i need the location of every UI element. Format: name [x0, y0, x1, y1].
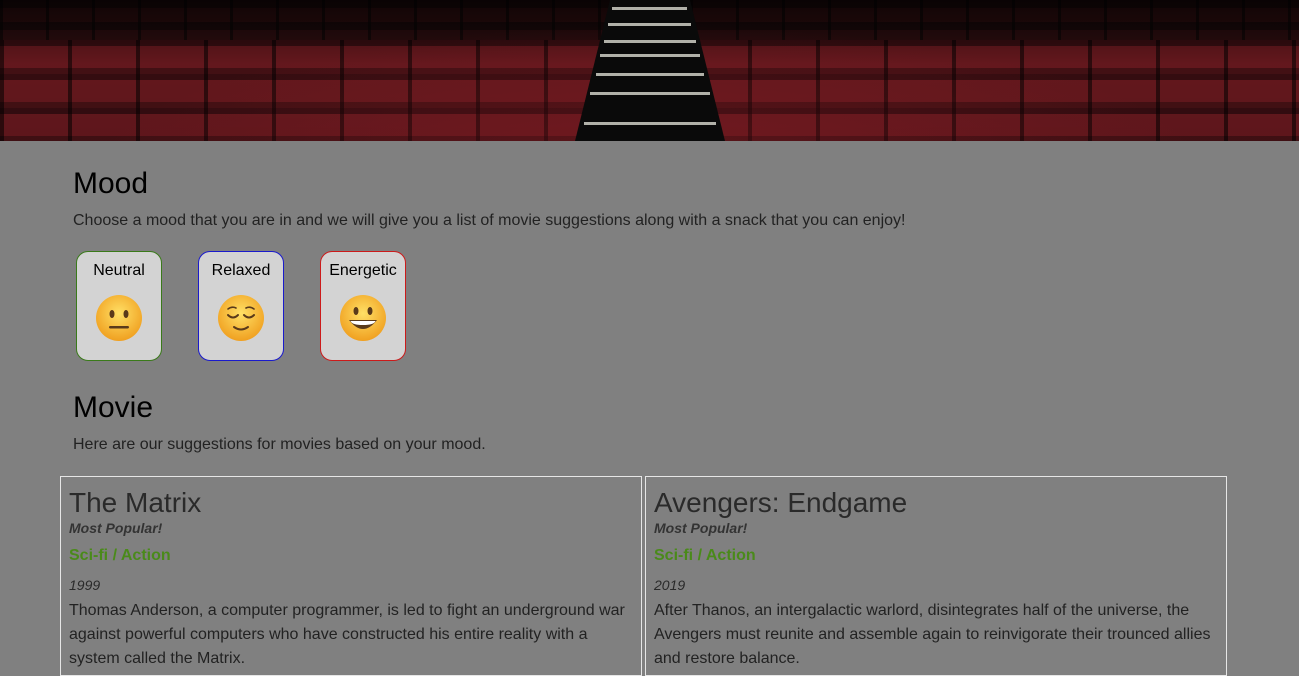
most-popular-badge: Most Popular! — [654, 520, 748, 536]
grinning-face-icon — [340, 295, 386, 341]
movie-description: Here are our suggestions for movies base… — [73, 436, 486, 453]
mood-option-label: Relaxed — [211, 262, 271, 279]
movie-year: 1999 — [69, 577, 101, 593]
mood-option-neutral[interactable]: Neutral — [76, 251, 162, 361]
relieved-face-icon — [218, 295, 264, 341]
neutral-face-icon — [96, 295, 142, 341]
movie-synopsis: Thomas Anderson, a computer programmer, … — [69, 602, 625, 667]
mood-option-label: Energetic — [329, 262, 397, 279]
movie-card[interactable]: The Matrix Most Popular! Sci-fi / Action… — [60, 476, 642, 676]
movie-heading: Movie — [73, 391, 154, 424]
movie-genre: Sci-fi / Action — [654, 547, 756, 564]
movie-synopsis: After Thanos, an intergalactic warlord, … — [654, 602, 1211, 667]
most-popular-badge: Most Popular! — [69, 520, 163, 536]
mood-option-label: Neutral — [93, 262, 145, 279]
mood-heading: Mood — [73, 167, 149, 200]
movie-year: 2019 — [654, 577, 686, 593]
mood-description: Choose a mood that you are in and we wil… — [73, 212, 906, 229]
movie-genre: Sci-fi / Action — [69, 547, 171, 564]
mood-option-relaxed[interactable]: Relaxed — [198, 251, 284, 361]
movie-card[interactable]: Avengers: Endgame Most Popular! Sci-fi /… — [645, 476, 1227, 676]
movie-title: Avengers: Endgame — [654, 487, 908, 518]
movie-title: The Matrix — [69, 487, 202, 518]
hero-banner-image — [0, 0, 1299, 141]
mood-option-energetic[interactable]: Energetic — [320, 251, 406, 361]
